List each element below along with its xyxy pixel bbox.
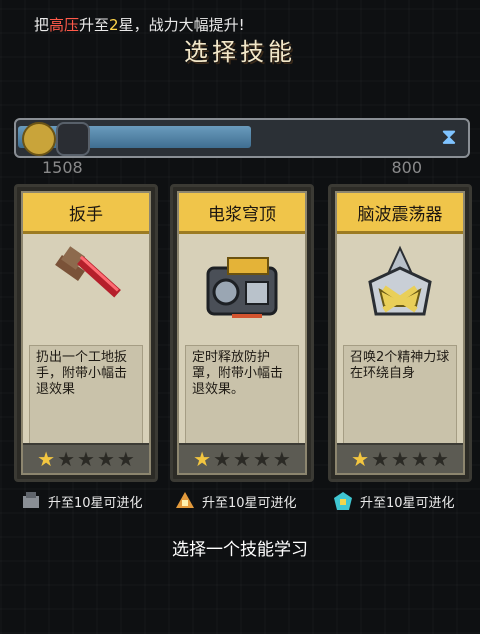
star-icon: ★ [371,447,390,471]
skill-card-wrench[interactable]: 扳手 扔出一个工地扳手，附带小幅击退效果 ★ ★ ★ ★ ★ [14,184,158,482]
star-icon: ★ [96,447,115,471]
evolve-target-icon [20,490,42,512]
skill-card-plasma-dome[interactable]: 电浆穹顶 定时释放防护罩，附带小幅击退效果。 ★ ★ ★ ★ ★ [170,184,314,482]
card-body: 电浆穹顶 定时释放防护罩，附带小幅击退效果。 ★ ★ ★ ★ ★ [177,191,307,475]
star-icon: ★ [252,447,271,471]
gold-badge-icon [22,122,56,156]
card-title: 电浆穹顶 [179,193,305,234]
wrench-icon [31,241,141,337]
star-icon: ★ [57,447,76,471]
star-icon: ★ [213,447,232,471]
star-rating: ★ ★ ★ ★ ★ [179,443,305,473]
star-icon: ★ [272,447,291,471]
page-title: 选择技能 [184,38,296,66]
evolve-hint-brainwave: 升至10星可进化 [332,490,455,512]
star-icon: ★ [430,447,449,471]
card-description: 扔出一个工地扳手，附带小幅击退效果 [29,345,143,449]
star-icon: ★ [77,447,95,471]
star-icon: ★ [391,447,409,471]
star-rating: ★ ★ ★ ★ ★ [337,443,463,473]
brainwave-crystal-icon [345,241,455,337]
card-title: 脑波震荡器 [337,193,463,234]
hourglass-icon: ⧗ [441,125,457,150]
evolve-hint-wrench: 升至10星可进化 [20,490,143,512]
choose-skill-prompt: 选择一个技能学习 [172,540,308,560]
star-icon: ★ [351,447,370,471]
star-icon: ★ [193,447,212,471]
star-icon: ★ [410,447,429,471]
evolve-text: 升至10星可进化 [360,495,455,511]
plasma-generator-icon [187,241,297,337]
card-description: 定时释放防护罩，附带小幅击退效果。 [185,345,299,449]
skill-card-brainwave[interactable]: 脑波震荡器 召唤2个精神力球在环绕自身 ★ ★ ★ ★ ★ [328,184,472,482]
card-body: 扳手 扔出一个工地扳手，附带小幅击退效果 ★ ★ ★ ★ ★ [21,191,151,475]
card-title: 扳手 [23,193,149,234]
card-description: 召唤2个精神力球在环绕自身 [343,345,457,449]
evolve-text: 升至10星可进化 [202,495,297,511]
star-icon: ★ [37,447,56,471]
star-rating: ★ ★ ★ ★ ★ [23,443,149,473]
bg-value: 800 [391,158,422,177]
star-icon: ★ [116,447,135,471]
evolve-target-icon [332,490,354,512]
card-body: 脑波震荡器 召唤2个精神力球在环绕自身 ★ ★ ★ ★ ★ [335,191,465,475]
star-icon: ★ [233,447,251,471]
evolve-hint-plasma: 升至10星可进化 [174,490,297,512]
xp-progress-bar: ⧗ [14,118,470,158]
mask-badge-icon [56,122,90,156]
evolve-text: 升至10星可进化 [48,495,143,511]
evolve-target-icon [174,490,196,512]
gold-counter: 1508 [42,158,83,177]
